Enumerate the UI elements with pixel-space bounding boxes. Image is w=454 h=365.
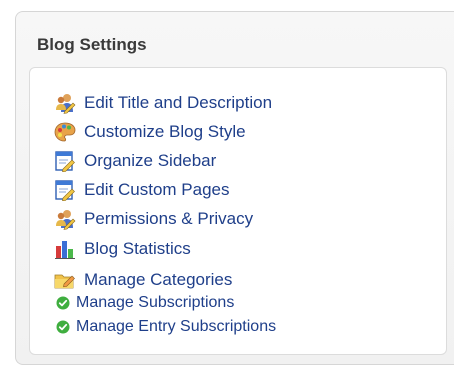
permissions-and-privacy-link[interactable]: Permissions & Privacy	[54, 208, 253, 230]
blog-settings-panel: Blog Settings Edit Title and Description	[15, 11, 454, 365]
item-label: Blog Statistics	[84, 239, 191, 258]
edit-custom-pages-link[interactable]: Edit Custom Pages	[54, 179, 230, 202]
manage-subscriptions-link[interactable]: Manage Subscriptions	[54, 293, 234, 313]
item-label: Edit Custom Pages	[84, 180, 230, 199]
window-pencil-icon	[54, 150, 76, 173]
edit-title-and-description-link[interactable]: Edit Title and Description	[54, 92, 272, 114]
panel-title: Blog Settings	[37, 35, 147, 54]
people-pencil-icon	[54, 92, 76, 114]
organize-sidebar-link[interactable]: Organize Sidebar	[54, 150, 217, 173]
customize-blog-style-link[interactable]: Customize Blog Style	[54, 121, 246, 143]
item-label: Customize Blog Style	[84, 122, 246, 141]
settings-box: Edit Title and Description Customize Blo…	[29, 67, 447, 355]
item-label: Permissions & Privacy	[84, 209, 254, 228]
bar-chart-icon	[54, 238, 76, 260]
item-label: Manage Categories	[84, 270, 233, 289]
manage-categories-link[interactable]: Manage Categories	[54, 269, 232, 291]
green-check-icon	[56, 296, 70, 310]
green-check-icon	[56, 320, 70, 334]
window-pencil-icon	[54, 179, 76, 202]
item-label: Edit Title and Description	[84, 93, 273, 112]
blog-statistics-link[interactable]: Blog Statistics	[54, 238, 191, 260]
item-label: Organize Sidebar	[84, 151, 217, 170]
folder-pencil-icon	[54, 269, 76, 291]
item-label: Manage Subscriptions	[76, 294, 235, 311]
manage-entry-subscriptions-link[interactable]: Manage Entry Subscriptions	[54, 317, 276, 337]
item-label: Manage Entry Subscriptions	[76, 318, 277, 335]
palette-icon	[54, 121, 76, 143]
people-pencil-icon	[54, 208, 76, 230]
